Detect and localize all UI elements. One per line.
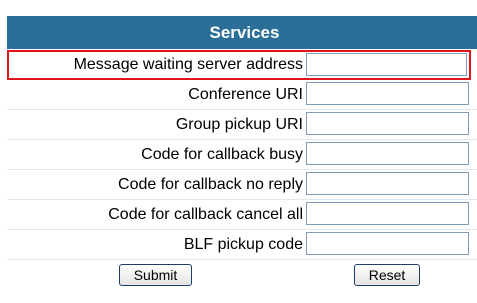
section-title: Services	[209, 22, 280, 42]
section-header: Services	[7, 16, 477, 50]
row-blf-pickup-code: BLF pickup code	[7, 230, 477, 260]
code-callback-cancel-all-input[interactable]	[306, 202, 469, 225]
blf-pickup-code-input[interactable]	[306, 232, 469, 255]
row-code-callback-busy: Code for callback busy	[7, 140, 477, 170]
code-callback-cancel-all-label: Code for callback cancel all	[108, 206, 303, 223]
message-waiting-server-address-input[interactable]	[306, 53, 467, 76]
conference-uri-input[interactable]	[306, 82, 469, 105]
code-callback-no-reply-input[interactable]	[306, 172, 469, 195]
row-message-waiting-server-address: Message waiting server address	[7, 50, 471, 80]
code-callback-no-reply-label: Code for callback no reply	[118, 176, 303, 193]
message-waiting-server-address-label: Message waiting server address	[73, 56, 303, 73]
row-code-callback-cancel-all: Code for callback cancel all	[7, 200, 477, 230]
code-callback-busy-input[interactable]	[306, 142, 469, 165]
form-buttons: Submit Reset	[7, 260, 477, 290]
group-pickup-uri-label: Group pickup URI	[175, 116, 303, 133]
code-callback-busy-label: Code for callback busy	[141, 146, 303, 163]
blf-pickup-code-label: BLF pickup code	[183, 236, 303, 253]
submit-button[interactable]: Submit	[119, 264, 192, 286]
services-form: Services Message waiting server address …	[7, 16, 477, 290]
reset-button[interactable]: Reset	[354, 264, 420, 286]
row-group-pickup-uri: Group pickup URI	[7, 110, 477, 140]
row-conference-uri: Conference URI	[7, 80, 477, 110]
group-pickup-uri-input[interactable]	[306, 112, 469, 135]
conference-uri-label: Conference URI	[188, 86, 303, 103]
row-code-callback-no-reply: Code for callback no reply	[7, 170, 477, 200]
